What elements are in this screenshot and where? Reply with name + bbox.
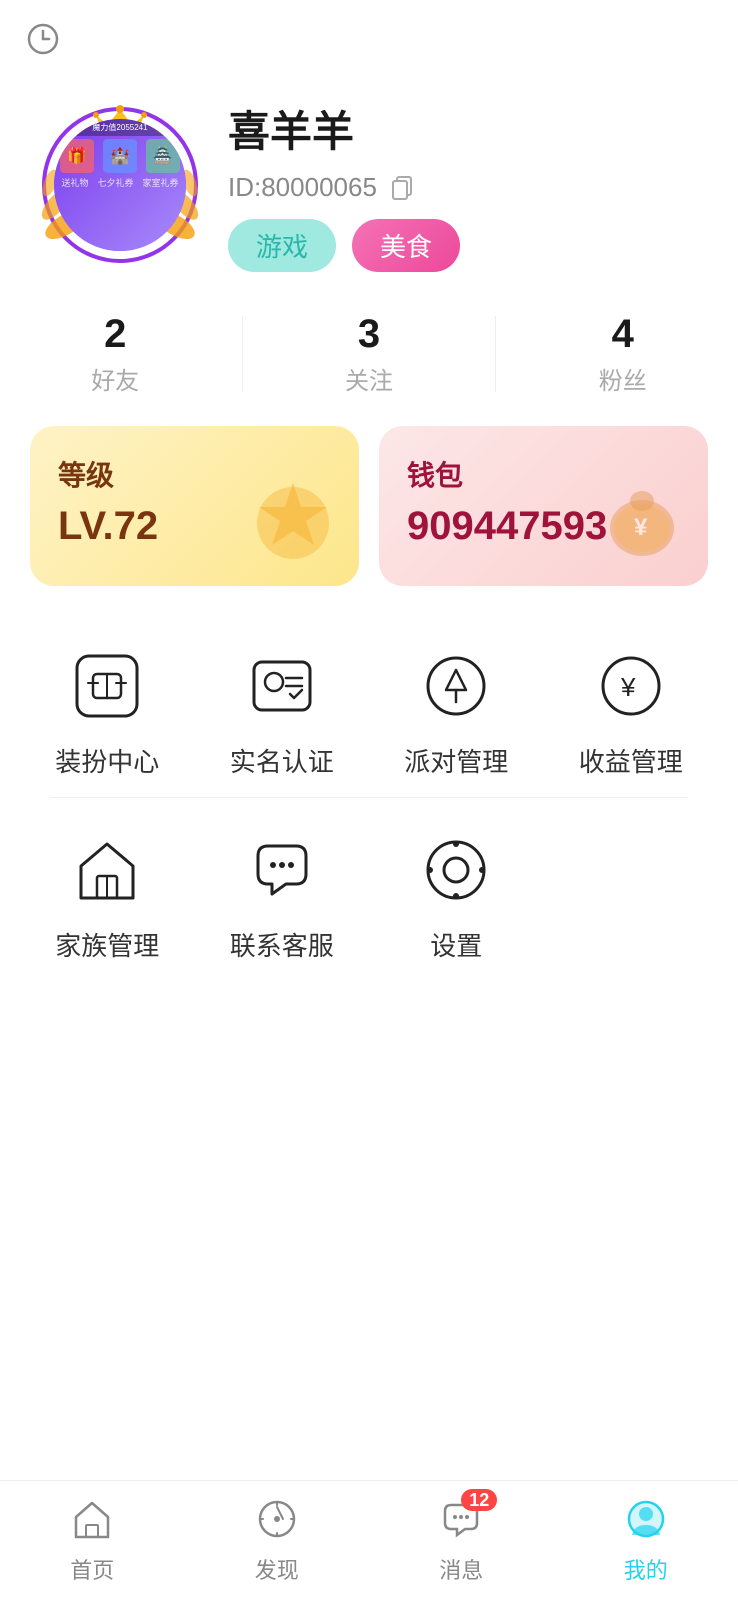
realname-label: 实名认证	[230, 742, 334, 779]
income-label: 收益管理	[579, 742, 683, 779]
contact-label: 联系客服	[230, 926, 334, 963]
nav-message-label: 消息	[439, 1553, 483, 1585]
tag-game[interactable]: 游戏	[228, 219, 336, 272]
stat-following[interactable]: 3 关注	[345, 312, 393, 396]
menu-item-party[interactable]: 派对管理	[386, 642, 526, 779]
realname-icon	[238, 642, 326, 730]
menu-item-family[interactable]: 家族管理	[37, 826, 177, 963]
level-icon	[243, 463, 343, 576]
profile-info: 喜羊羊 ID:80000065 游戏 美食	[228, 98, 460, 272]
message-badge: 12	[461, 1489, 497, 1511]
stat-fans[interactable]: 4 粉丝	[599, 312, 647, 396]
menu-item-settings[interactable]: 设置	[386, 826, 526, 963]
bottom-nav: 首页 发现 12 消息	[0, 1480, 738, 1600]
mine-icon	[624, 1497, 668, 1549]
contact-icon	[238, 826, 326, 914]
top-bar	[0, 0, 738, 78]
notification-icon[interactable]	[24, 20, 62, 68]
family-label: 家族管理	[55, 926, 159, 963]
menu-row-1: 装扮中心 实名认证 派对管理	[20, 622, 718, 789]
avatar-wrapper[interactable]: 魔力值2055241 🎁 🏰 🏯 送礼物七夕礼券家室礼券	[40, 105, 200, 265]
settings-label: 设置	[430, 926, 482, 963]
dress-icon	[63, 642, 151, 730]
menu-item-contact[interactable]: 联系客服	[212, 826, 352, 963]
menu-item-dress[interactable]: 装扮中心	[37, 642, 177, 779]
income-icon: ¥	[587, 642, 675, 730]
menu-item-realname[interactable]: 实名认证	[212, 642, 352, 779]
username: 喜羊羊	[228, 98, 460, 159]
home-icon	[70, 1497, 114, 1549]
svg-text:¥: ¥	[620, 672, 636, 702]
stat-friends[interactable]: 2 好友	[91, 312, 139, 396]
stats-row: 2 好友 3 关注 4 粉丝	[0, 292, 738, 426]
nav-mine-label: 我的	[624, 1553, 668, 1585]
level-card[interactable]: 等级 LV.72	[30, 426, 359, 586]
cards-row: 等级 LV.72 钱包 909447593 ¥	[0, 426, 738, 586]
user-id: ID:80000065	[228, 172, 377, 203]
wallet-icon: ¥	[592, 463, 692, 576]
message-icon: 12	[439, 1497, 483, 1549]
dress-label: 装扮中心	[55, 742, 159, 779]
profile-section: 魔力值2055241 🎁 🏰 🏯 送礼物七夕礼券家室礼券 喜羊羊 ID:8000…	[0, 78, 738, 292]
party-icon	[412, 642, 500, 730]
tag-food[interactable]: 美食	[352, 219, 460, 272]
tags-row: 游戏 美食	[228, 219, 460, 272]
party-label: 派对管理	[404, 742, 508, 779]
settings-icon	[412, 826, 500, 914]
nav-mine[interactable]: 我的	[624, 1497, 668, 1585]
family-icon	[63, 826, 151, 914]
user-id-row: ID:80000065	[228, 171, 460, 203]
copy-id-button[interactable]	[387, 171, 419, 203]
nav-home[interactable]: 首页	[70, 1497, 114, 1585]
svg-text:¥: ¥	[634, 514, 648, 541]
nav-discover-label: 发现	[255, 1553, 299, 1585]
discover-icon	[255, 1497, 299, 1549]
nav-message[interactable]: 12 消息	[439, 1497, 483, 1585]
nav-home-label: 首页	[70, 1553, 114, 1585]
nav-discover[interactable]: 发现	[255, 1497, 299, 1585]
menu-item-income[interactable]: ¥ 收益管理	[561, 642, 701, 779]
menu-section: 装扮中心 实名认证 派对管理	[0, 622, 738, 973]
wallet-card[interactable]: 钱包 909447593 ¥	[379, 426, 708, 586]
menu-separator-1	[50, 797, 688, 798]
menu-row-2: 家族管理 联系客服	[20, 806, 718, 973]
